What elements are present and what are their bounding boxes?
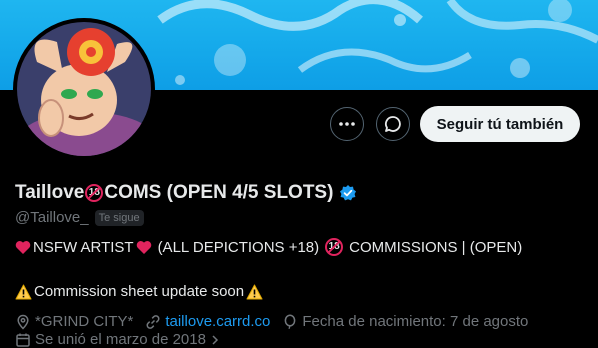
follows-you-badge: Te sigue — [94, 209, 144, 226]
follow-button[interactable]: Seguir tú también — [420, 106, 580, 142]
location-text: *GRIND CITY* — [35, 313, 134, 330]
calendar-icon — [16, 333, 30, 347]
bio-part2: (ALL DEPICTIONS +18) — [157, 238, 320, 256]
website[interactable]: taillove.carrd.co — [145, 313, 270, 330]
joined-date: Se unió el marzo de 2018 — [15, 331, 225, 348]
location-pin-icon — [17, 314, 29, 330]
message-button[interactable] — [376, 107, 410, 141]
joined-text: Se unió el marzo de 2018 — [35, 331, 206, 348]
birthday: Fecha de nacimiento: 7 de agosto — [282, 313, 528, 330]
avatar[interactable] — [13, 18, 155, 160]
birthday-text: Fecha de nacimiento: 7 de agosto — [302, 313, 529, 330]
profile-meta: *GRIND CITY* taillove.carrd.co Fecha de … — [15, 313, 540, 330]
display-name-part1: Taillove — [15, 182, 85, 203]
bio-line-2: Commission sheet update soon — [15, 283, 263, 300]
more-icon — [339, 122, 355, 126]
more-button[interactable] — [330, 107, 364, 141]
handle-row: @Taillove_ Te sigue — [15, 209, 144, 226]
adult-18-icon: 18 — [85, 184, 104, 202]
balloon-icon — [285, 313, 296, 329]
display-name: Taillove 18 COMS (OPEN 4/5 SLOTS) — [15, 182, 357, 204]
message-icon — [384, 116, 401, 132]
red-heart-icon — [15, 240, 31, 254]
website-link[interactable]: taillove.carrd.co — [165, 313, 270, 330]
link-icon — [146, 314, 160, 329]
verified-icon[interactable] — [339, 184, 357, 202]
display-name-part2: COMS (OPEN 4/5 SLOTS) — [104, 182, 334, 203]
red-heart-icon — [136, 240, 151, 254]
bio-line-1: NSFW ARTIST (ALL DEPICTIONS +18) 18 COMM… — [15, 238, 522, 256]
bio-line-2-text: Commission sheet update soon — [34, 283, 245, 300]
bio-part3: COMMISSIONS | (OPEN) — [349, 238, 523, 256]
bio-part1: NSFW ARTIST — [33, 238, 134, 256]
warning-icon — [15, 284, 32, 299]
chevron-right-icon — [212, 334, 219, 345]
warning-icon — [246, 284, 263, 299]
handle: @Taillove_ — [15, 209, 89, 226]
location: *GRIND CITY* — [15, 313, 133, 330]
adult-18-icon: 18 — [325, 238, 344, 256]
